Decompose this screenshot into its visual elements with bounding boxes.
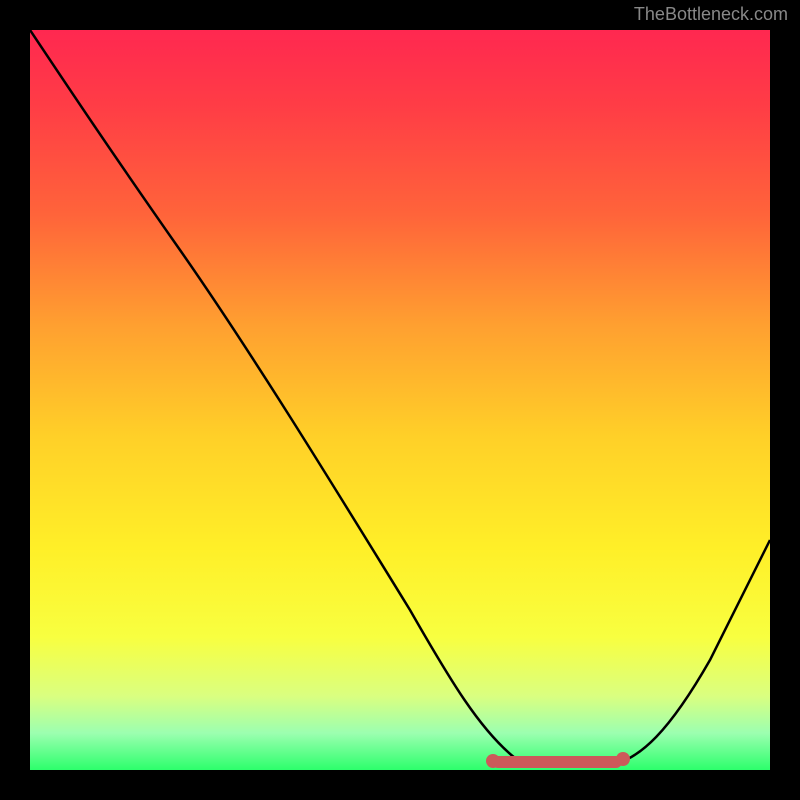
optimal-range-end-dot: [616, 752, 630, 766]
optimal-range-start-dot: [486, 754, 500, 768]
watermark-text: TheBottleneck.com: [634, 4, 788, 25]
bottleneck-curve-path: [30, 30, 770, 767]
chart-plot-area: [30, 30, 770, 770]
curve-svg: [30, 30, 770, 770]
optimal-range-band: [492, 756, 622, 768]
